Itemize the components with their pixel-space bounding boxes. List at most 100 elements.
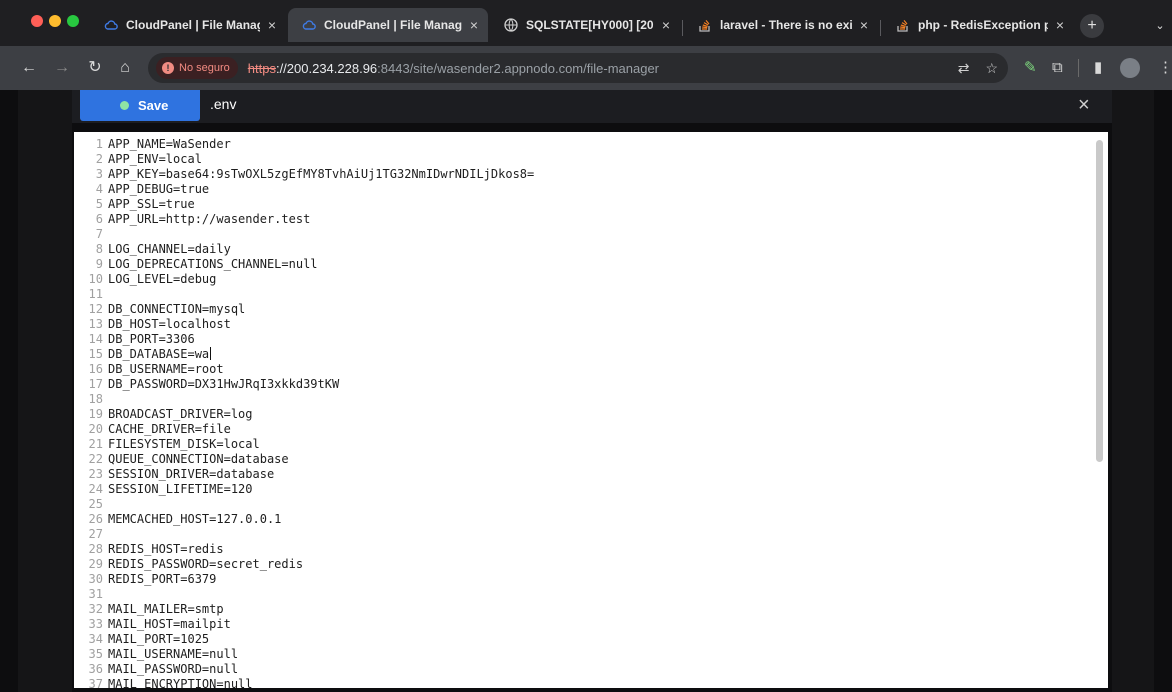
side-panel-icon[interactable]: ▮ bbox=[1094, 57, 1102, 79]
code-line[interactable]: 27 bbox=[74, 527, 1094, 542]
extensions-puzzle-icon[interactable]: ⧉ bbox=[1052, 57, 1063, 79]
home-icon[interactable]: ⌂ bbox=[115, 57, 135, 79]
line-number: 35 bbox=[88, 647, 103, 661]
line-number: 31 bbox=[88, 587, 103, 601]
url-text: https://200.234.228.96:8443/site/wasende… bbox=[248, 61, 659, 76]
code-line[interactable]: 13 DB_HOST=localhost bbox=[74, 317, 1094, 332]
code-line[interactable]: 12 DB_CONNECTION=mysql bbox=[74, 302, 1094, 317]
code-editor[interactable]: 1 APP_NAME=WaSender 2 APP_ENV=local 3 APP_KEY… bbox=[74, 132, 1108, 688]
line-text: APP_URL=http://wasender.test bbox=[108, 212, 311, 226]
line-text: DB_HOST=localhost bbox=[108, 317, 231, 331]
browser-tab-4[interactable]: laravel - There is no existi × bbox=[684, 8, 878, 42]
code-line[interactable]: 22 QUEUE_CONNECTION=database bbox=[74, 452, 1094, 467]
save-button[interactable]: Save bbox=[80, 90, 200, 121]
code-line[interactable]: 28 REDIS_HOST=redis bbox=[74, 542, 1094, 557]
code-line[interactable]: 34 MAIL_PORT=1025 bbox=[74, 632, 1094, 647]
profile-avatar[interactable] bbox=[1120, 58, 1140, 78]
line-number: 16 bbox=[88, 362, 103, 376]
line-number: 11 bbox=[88, 287, 103, 301]
tab-title: php - RedisException php bbox=[918, 18, 1048, 32]
line-number: 1 bbox=[95, 137, 103, 151]
code-line[interactable]: 26 MEMCACHED_HOST=127.0.0.1 bbox=[74, 512, 1094, 527]
translate-icon[interactable]: ⇄ bbox=[958, 57, 970, 79]
code-line[interactable]: 9 LOG_DEPRECATIONS_CHANNEL=null bbox=[74, 257, 1094, 272]
bookmark-star-icon[interactable]: ☆ bbox=[985, 57, 998, 79]
line-number: 33 bbox=[88, 617, 103, 631]
line-number: 28 bbox=[88, 542, 103, 556]
window-maximize-button[interactable] bbox=[67, 15, 79, 27]
code-line[interactable]: 8 LOG_CHANNEL=daily bbox=[74, 242, 1094, 257]
line-text: LOG_CHANNEL=daily bbox=[108, 242, 231, 256]
code-line[interactable]: 16 DB_USERNAME=root bbox=[74, 362, 1094, 377]
code-line[interactable]: 36 MAIL_PASSWORD=null bbox=[74, 662, 1094, 677]
tab-close-icon[interactable]: × bbox=[470, 17, 478, 33]
window-minimize-button[interactable] bbox=[49, 15, 61, 27]
code-line[interactable]: 33 MAIL_HOST=mailpit bbox=[74, 617, 1094, 632]
browser-tab-1[interactable]: CloudPanel | File Manager × bbox=[90, 8, 286, 42]
line-text: MAIL_PORT=1025 bbox=[108, 632, 210, 646]
code-line[interactable]: 3 APP_KEY=base64:9sTwOXL5zgEfMY8TvhAiUj1T… bbox=[74, 167, 1094, 182]
security-indicator[interactable]: ! No seguro bbox=[156, 57, 238, 79]
extension-icon[interactable]: ✎ bbox=[1024, 57, 1037, 79]
tab-search-chevron-icon[interactable]: ⌄ bbox=[1150, 14, 1170, 38]
code-line[interactable]: 11 bbox=[74, 287, 1094, 302]
code-line[interactable]: 1 APP_NAME=WaSender bbox=[74, 137, 1094, 152]
code-line[interactable]: 15 DB_DATABASE=wa bbox=[74, 347, 1094, 362]
code-line[interactable]: 5 APP_SSL=true bbox=[74, 197, 1094, 212]
code-line[interactable]: 7 bbox=[74, 227, 1094, 242]
reload-icon[interactable]: ↻ bbox=[86, 57, 104, 79]
menu-kebab-icon[interactable]: ⋮ bbox=[1158, 57, 1172, 79]
code-line[interactable]: 2 APP_ENV=local bbox=[74, 152, 1094, 167]
new-tab-button[interactable]: + bbox=[1080, 14, 1104, 38]
code-line[interactable]: 14 DB_PORT=3306 bbox=[74, 332, 1094, 347]
stackoverflow-icon bbox=[698, 18, 712, 32]
code-line[interactable]: 32 MAIL_MAILER=smtp bbox=[74, 602, 1094, 617]
line-number: 7 bbox=[95, 227, 103, 241]
tab-close-icon[interactable]: × bbox=[662, 17, 670, 33]
window-close-button[interactable] bbox=[31, 15, 43, 27]
line-text: REDIS_PORT=6379 bbox=[108, 572, 217, 586]
page-content: Save .env × 1 APP_NAME=WaSender 2 APP_ENV=l… bbox=[0, 90, 1172, 692]
code-line[interactable]: 18 bbox=[74, 392, 1094, 407]
address-bar[interactable]: ! No seguro https://200.234.228.96:8443/… bbox=[148, 53, 1008, 83]
code-line[interactable]: 25 bbox=[74, 497, 1094, 512]
line-number: 8 bbox=[95, 242, 103, 256]
code-line[interactable]: 21 FILESYSTEM_DISK=local bbox=[74, 437, 1094, 452]
line-number: 5 bbox=[95, 197, 103, 211]
browser-tab-5[interactable]: php - RedisException php × bbox=[882, 8, 1074, 42]
back-arrow-icon[interactable]: ← bbox=[20, 57, 38, 79]
forward-arrow-icon[interactable]: → bbox=[53, 57, 71, 79]
security-label: No seguro bbox=[179, 62, 230, 74]
line-text: MAIL_MAILER=smtp bbox=[108, 602, 224, 616]
tab-close-icon[interactable]: × bbox=[1056, 17, 1064, 33]
code-line[interactable]: 23 SESSION_DRIVER=database bbox=[74, 467, 1094, 482]
code-line[interactable]: 6 APP_URL=http://wasender.test bbox=[74, 212, 1094, 227]
line-text: APP_KEY=base64:9sTwOXL5zgEfMY8TvhAiUj1TG… bbox=[108, 167, 535, 181]
code-line[interactable]: 29 REDIS_PASSWORD=secret_redis bbox=[74, 557, 1094, 572]
line-text: APP_NAME=WaSender bbox=[108, 137, 231, 151]
close-icon[interactable]: × bbox=[1078, 92, 1090, 118]
line-text: LOG_DEPRECATIONS_CHANNEL=null bbox=[108, 257, 318, 271]
code-line[interactable]: 10 LOG_LEVEL=debug bbox=[74, 272, 1094, 287]
code-line[interactable]: 35 MAIL_USERNAME=null bbox=[74, 647, 1094, 662]
line-text: SESSION_DRIVER=database bbox=[108, 467, 275, 481]
code-line[interactable]: 17 DB_PASSWORD=DX31HwJRqI3xkkd39tKW bbox=[74, 377, 1094, 392]
tab-close-icon[interactable]: × bbox=[268, 17, 276, 33]
code-line[interactable]: 37 MAIL_ENCRYPTION=null bbox=[74, 677, 1094, 688]
line-text: FILESYSTEM_DISK=local bbox=[108, 437, 260, 451]
code-line[interactable]: 31 bbox=[74, 587, 1094, 602]
browser-tab-3[interactable]: SQLSTATE[HY000] [2002 × bbox=[490, 8, 680, 42]
code-lines[interactable]: 1 APP_NAME=WaSender 2 APP_ENV=local 3 APP_KEY… bbox=[74, 137, 1094, 688]
code-line[interactable]: 4 APP_DEBUG=true bbox=[74, 182, 1094, 197]
code-line[interactable]: 24 SESSION_LIFETIME=120 bbox=[74, 482, 1094, 497]
code-line[interactable]: 19 BROADCAST_DRIVER=log bbox=[74, 407, 1094, 422]
line-text: MAIL_PASSWORD=null bbox=[108, 662, 239, 676]
line-text: APP_SSL=true bbox=[108, 197, 195, 211]
editor-scrollbar[interactable] bbox=[1096, 140, 1103, 462]
browser-tab-2-active[interactable]: CloudPanel | File Manager × bbox=[288, 8, 488, 42]
line-text: CACHE_DRIVER=file bbox=[108, 422, 231, 436]
code-line[interactable]: 30 REDIS_PORT=6379 bbox=[74, 572, 1094, 587]
line-number: 36 bbox=[88, 662, 103, 676]
tab-close-icon[interactable]: × bbox=[860, 17, 868, 33]
code-line[interactable]: 20 CACHE_DRIVER=file bbox=[74, 422, 1094, 437]
